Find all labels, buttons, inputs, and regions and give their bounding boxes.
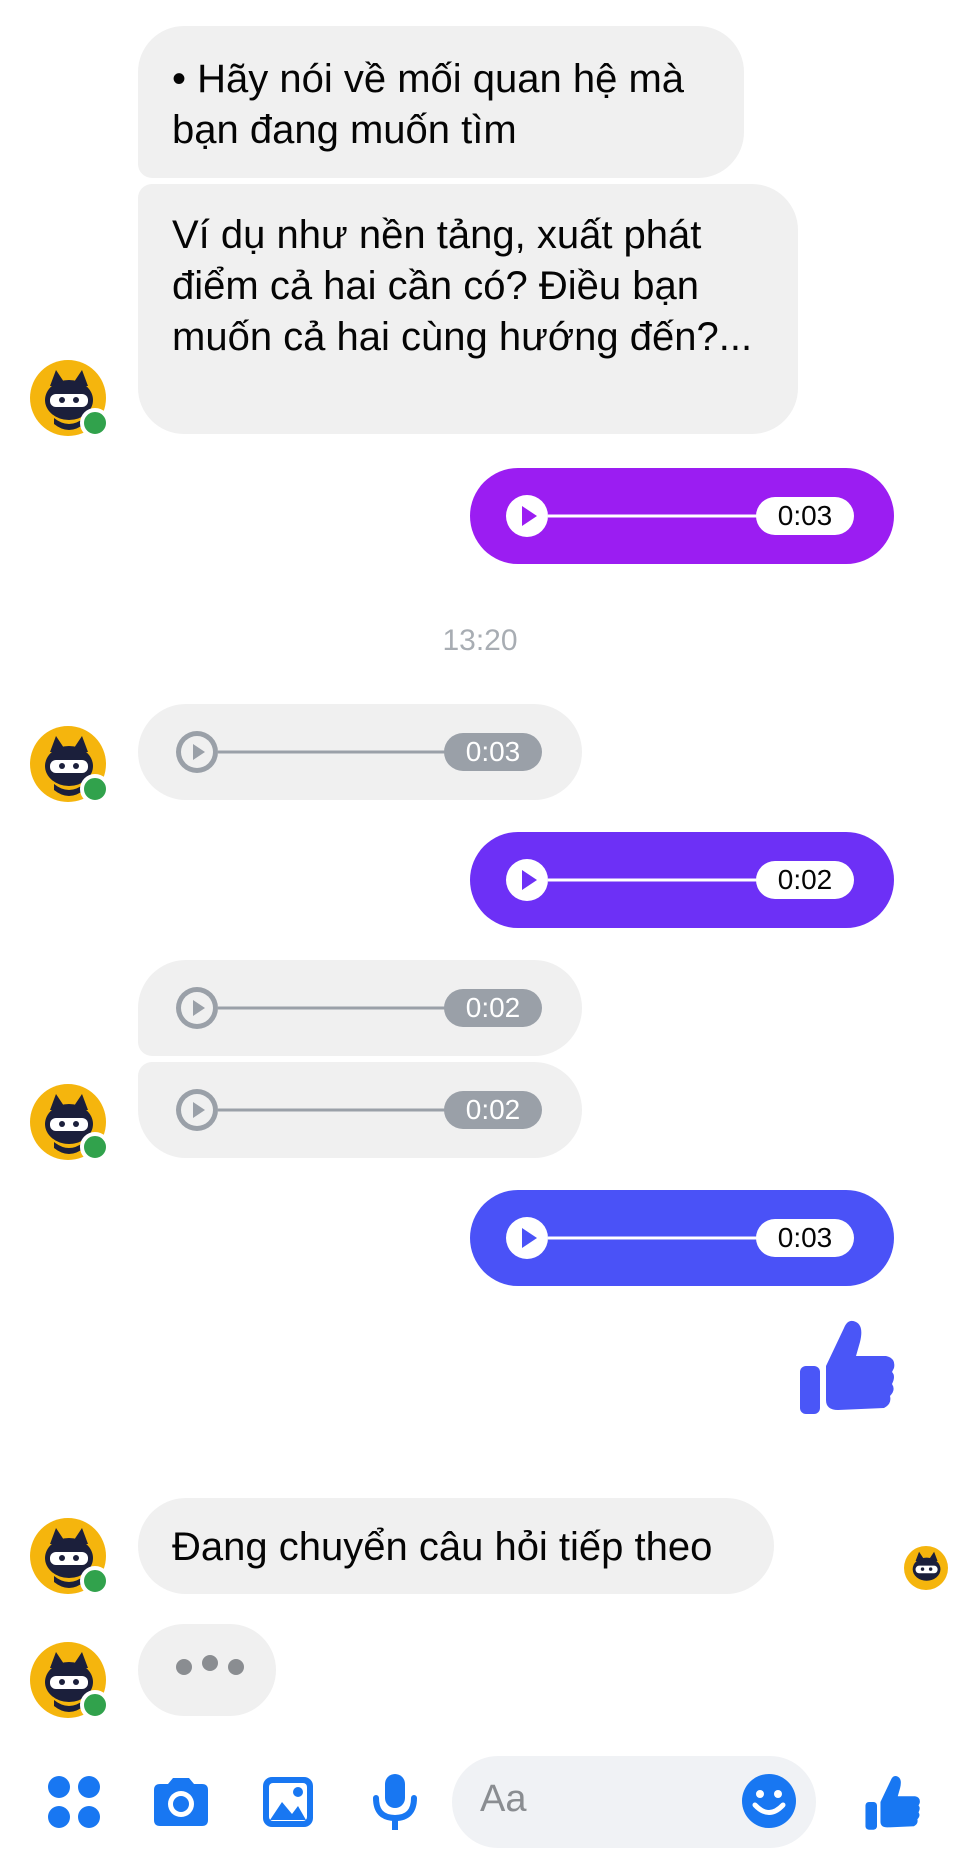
typing-indicator xyxy=(138,1624,276,1716)
avatar[interactable] xyxy=(30,1642,110,1720)
typing-dots-icon xyxy=(176,1655,244,1675)
message-text-2: Ví dụ như nền tảng, xuất phát điểm cả ha… xyxy=(172,213,753,359)
sent-thumbs-up-icon[interactable] xyxy=(794,1314,898,1418)
play-button[interactable] xyxy=(506,495,548,537)
play-icon xyxy=(181,1094,213,1126)
message-bubble-3[interactable]: Đang chuyển câu hỏi tiếp theo xyxy=(138,1498,774,1594)
audio-duration: 0:02 xyxy=(444,1091,542,1129)
audio-message-incoming-1[interactable]: 0:03 xyxy=(138,704,582,800)
play-icon xyxy=(522,870,537,890)
read-receipt-avatar xyxy=(904,1546,948,1590)
audio-progress-track[interactable] xyxy=(548,514,758,518)
audio-duration: 0:03 xyxy=(756,497,854,535)
timestamp-divider: 13:20 xyxy=(442,624,518,657)
audio-message-outgoing-1[interactable]: 0:03 xyxy=(470,468,894,564)
audio-duration: 0:02 xyxy=(756,861,854,899)
play-button[interactable] xyxy=(506,1217,548,1259)
audio-message-incoming-3[interactable]: 0:02 xyxy=(138,1062,582,1158)
message-bubble-2[interactable]: Ví dụ như nền tảng, xuất phát điểm cả ha… xyxy=(138,184,798,434)
audio-duration: 0:02 xyxy=(444,989,542,1027)
audio-progress-track[interactable] xyxy=(548,1236,758,1240)
camera-icon[interactable] xyxy=(150,1774,212,1830)
audio-duration: 0:03 xyxy=(444,733,542,771)
emoji-icon[interactable] xyxy=(740,1772,798,1830)
play-button[interactable] xyxy=(176,987,218,1029)
online-indicator xyxy=(80,774,110,804)
audio-progress-track[interactable] xyxy=(218,1006,448,1010)
thumbs-up-icon[interactable] xyxy=(862,1772,922,1832)
play-icon xyxy=(522,1228,537,1248)
ninja-avatar-icon xyxy=(912,1551,941,1581)
audio-progress-track[interactable] xyxy=(548,878,758,882)
play-icon xyxy=(522,506,537,526)
message-input-placeholder: Aa xyxy=(480,1778,527,1820)
message-bubble-1[interactable]: • Hãy nói về mối quan hệ mà bạn đang muố… xyxy=(138,26,744,178)
avatar[interactable] xyxy=(30,1518,110,1596)
avatar[interactable] xyxy=(30,360,110,438)
avatar[interactable] xyxy=(30,1084,110,1162)
microphone-icon[interactable] xyxy=(370,1772,420,1832)
audio-progress-track[interactable] xyxy=(218,1108,448,1112)
play-icon xyxy=(181,736,213,768)
online-indicator xyxy=(80,1566,110,1596)
play-button[interactable] xyxy=(176,1089,218,1131)
audio-progress-track[interactable] xyxy=(218,750,448,754)
audio-message-outgoing-2[interactable]: 0:02 xyxy=(470,832,894,928)
image-icon[interactable] xyxy=(260,1774,316,1830)
online-indicator xyxy=(80,1690,110,1720)
play-icon xyxy=(181,992,213,1024)
message-text-3: Đang chuyển câu hỏi tiếp theo xyxy=(172,1525,713,1569)
audio-duration: 0:03 xyxy=(756,1219,854,1257)
play-button[interactable] xyxy=(506,859,548,901)
online-indicator xyxy=(80,1132,110,1162)
menu-dots-icon[interactable] xyxy=(46,1774,102,1830)
avatar[interactable] xyxy=(30,726,110,804)
online-indicator xyxy=(80,408,110,438)
audio-message-incoming-2[interactable]: 0:02 xyxy=(138,960,582,1056)
audio-message-outgoing-3[interactable]: 0:03 xyxy=(470,1190,894,1286)
message-text-1: • Hãy nói về mối quan hệ mà bạn đang muố… xyxy=(172,57,685,152)
play-button[interactable] xyxy=(176,731,218,773)
